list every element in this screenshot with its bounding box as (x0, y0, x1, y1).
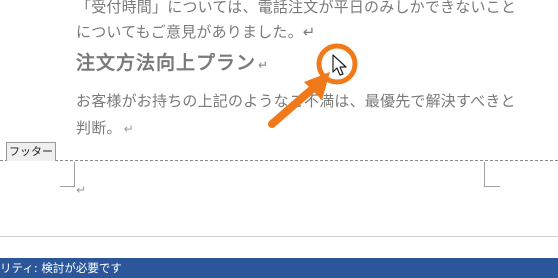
footer-paragraph-mark[interactable]: ↵ (76, 183, 86, 197)
document-page[interactable]: 「受付時間」については、電話注文が平日のみしかできないこと についてもご意見があ… (0, 0, 558, 258)
paragraph-mark: ↵ (258, 58, 270, 72)
margin-corner-left (74, 162, 75, 186)
footer-divider (0, 160, 558, 161)
section-heading: 注文方法向上プラン ↵ (76, 48, 269, 75)
body-text-line-1: 「受付時間」については、電話注文が平日のみしかできないこと (76, 0, 517, 16)
body-text-line-3: お客様がお持ちの上記のようなご不満は、最優先で解決すべきと (76, 92, 516, 110)
margin-corner-left-horizontal (60, 186, 75, 187)
body-text-line-4-text: 判断。 (76, 119, 122, 137)
body-text-line-2: についてもご意見がありました。↵ (76, 23, 316, 41)
status-bar: リティ: 検討が必要です (0, 258, 558, 278)
heading-text: 注文方法向上プラン (76, 52, 257, 74)
paragraph-mark: ↵ (123, 122, 134, 136)
margin-corner-right (484, 162, 485, 186)
accessibility-status[interactable]: リティ: 検討が必要です (0, 258, 122, 278)
body-text-line-4: 判断。 ↵ (76, 117, 134, 138)
page-bottom-edge (0, 236, 558, 237)
footer-tab[interactable]: フッター (6, 142, 56, 161)
margin-corner-right-horizontal (484, 186, 500, 187)
